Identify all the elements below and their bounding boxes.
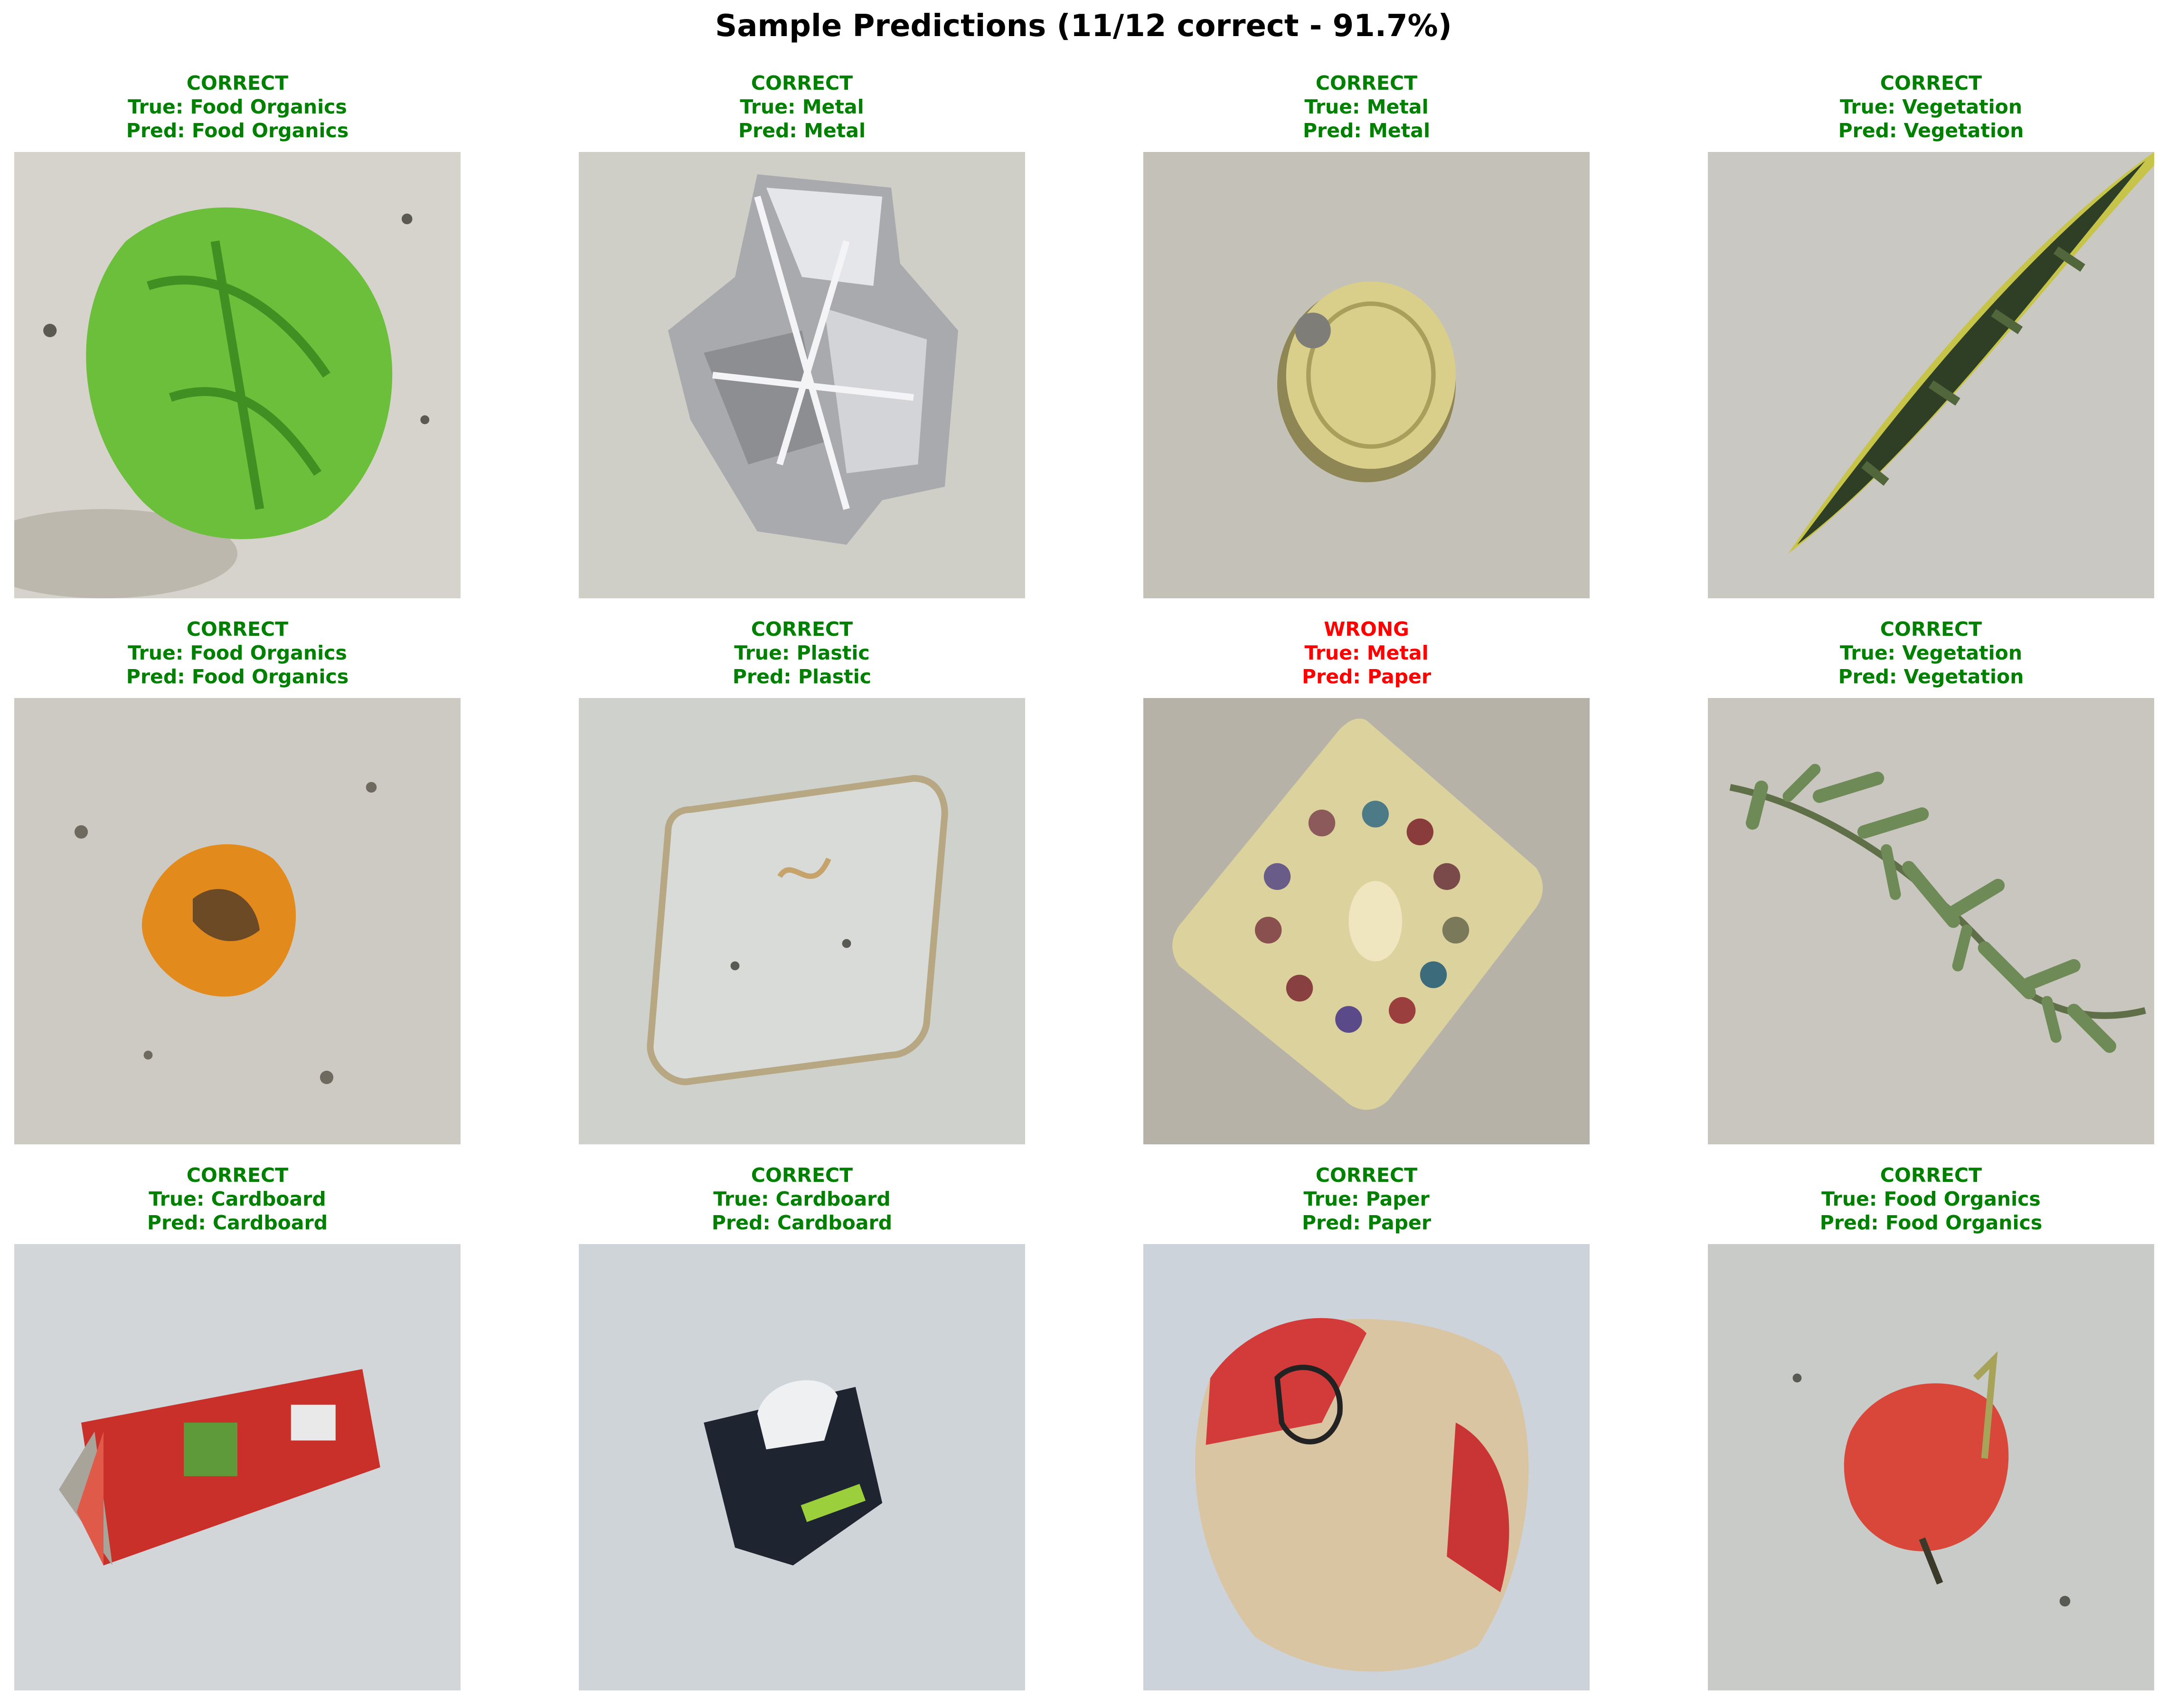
lettuce-leaf-icon	[14, 152, 461, 598]
true-label: True: Metal	[1304, 95, 1429, 118]
sample-caption: CORRECT True: Cardboard Pred: Cardboard	[579, 1163, 1025, 1235]
sample-caption: WRONG True: Metal Pred: Paper	[1143, 617, 1590, 689]
status-label: CORRECT	[1880, 72, 1982, 94]
orange-peel-icon	[14, 698, 461, 1144]
sample-caption: CORRECT True: Vegetation Pred: Vegetatio…	[1708, 617, 2154, 689]
true-label: True: Food Organics	[128, 95, 347, 118]
chocolate-tray-icon	[1143, 698, 1590, 1144]
status-label: WRONG	[1324, 618, 1409, 641]
true-label: True: Cardboard	[149, 1188, 326, 1210]
pred-label: Pred: Food Organics	[126, 665, 349, 688]
dark-box-icon	[579, 1244, 1025, 1690]
sample-caption: CORRECT True: Paper Pred: Paper	[1143, 1163, 1590, 1235]
status-label: CORRECT	[1880, 618, 1982, 641]
status-label: CORRECT	[1880, 1164, 1982, 1187]
pred-label: Pred: Cardboard	[711, 1211, 893, 1234]
pred-label: Pred: Metal	[1302, 119, 1431, 142]
sample-caption: CORRECT True: Cardboard Pred: Cardboard	[14, 1163, 461, 1235]
pred-label: Pred: Paper	[1301, 1211, 1432, 1234]
red-box-icon	[14, 1244, 461, 1690]
sample-caption: CORRECT True: Metal Pred: Metal	[1143, 71, 1590, 142]
status-label: CORRECT	[751, 618, 853, 641]
true-label: True: Metal	[740, 95, 864, 118]
pred-label: Pred: Cardboard	[147, 1211, 328, 1234]
sample-caption: CORRECT True: Vegetation Pred: Vegetatio…	[1708, 71, 2154, 142]
pred-label: Pred: Food Organics	[1819, 1211, 2043, 1234]
sample-caption: CORRECT True: Food Organics Pred: Food O…	[14, 71, 461, 142]
status-label: CORRECT	[186, 72, 289, 94]
can-lid-icon	[1143, 152, 1590, 598]
sample-caption: CORRECT True: Metal Pred: Metal	[579, 71, 1025, 142]
pred-label: Pred: Food Organics	[126, 119, 349, 142]
tomato-icon	[1708, 1244, 2154, 1690]
sample-caption: CORRECT True: Food Organics Pred: Food O…	[14, 617, 461, 689]
true-label: True: Vegetation	[1839, 642, 2023, 664]
pred-label: Pred: Paper	[1301, 665, 1432, 688]
pred-label: Pred: Plastic	[732, 665, 872, 688]
sample-caption: CORRECT True: Food Organics Pred: Food O…	[1708, 1163, 2154, 1235]
status-label: CORRECT	[751, 72, 853, 94]
status-label: CORRECT	[1315, 1164, 1418, 1187]
status-label: CORRECT	[186, 618, 289, 641]
true-label: True: Food Organics	[128, 642, 347, 664]
pred-label: Pred: Vegetation	[1838, 119, 2024, 142]
pred-label: Pred: Vegetation	[1838, 665, 2024, 688]
true-label: True: Vegetation	[1839, 95, 2023, 118]
plastic-tray-icon	[579, 698, 1025, 1144]
true-label: True: Cardboard	[713, 1188, 891, 1210]
pred-label: Pred: Metal	[738, 119, 866, 142]
snake-plant-leaf-icon	[1708, 152, 2154, 598]
status-label: CORRECT	[1315, 72, 1418, 94]
status-label: CORRECT	[186, 1164, 289, 1187]
crumpled-foil-icon	[579, 152, 1025, 598]
sample-caption: CORRECT True: Plastic Pred: Plastic	[579, 617, 1025, 689]
figure-title: Sample Predictions (11/12 correct - 91.7…	[715, 9, 1452, 44]
true-label: True: Paper	[1303, 1188, 1430, 1210]
true-label: True: Plastic	[734, 642, 870, 664]
crumpled-paper-bag-icon	[1143, 1244, 1590, 1690]
herb-sprig-icon	[1708, 698, 2154, 1144]
true-label: True: Metal	[1304, 642, 1429, 664]
status-label: CORRECT	[751, 1164, 853, 1187]
true-label: True: Food Organics	[1821, 1188, 2041, 1210]
